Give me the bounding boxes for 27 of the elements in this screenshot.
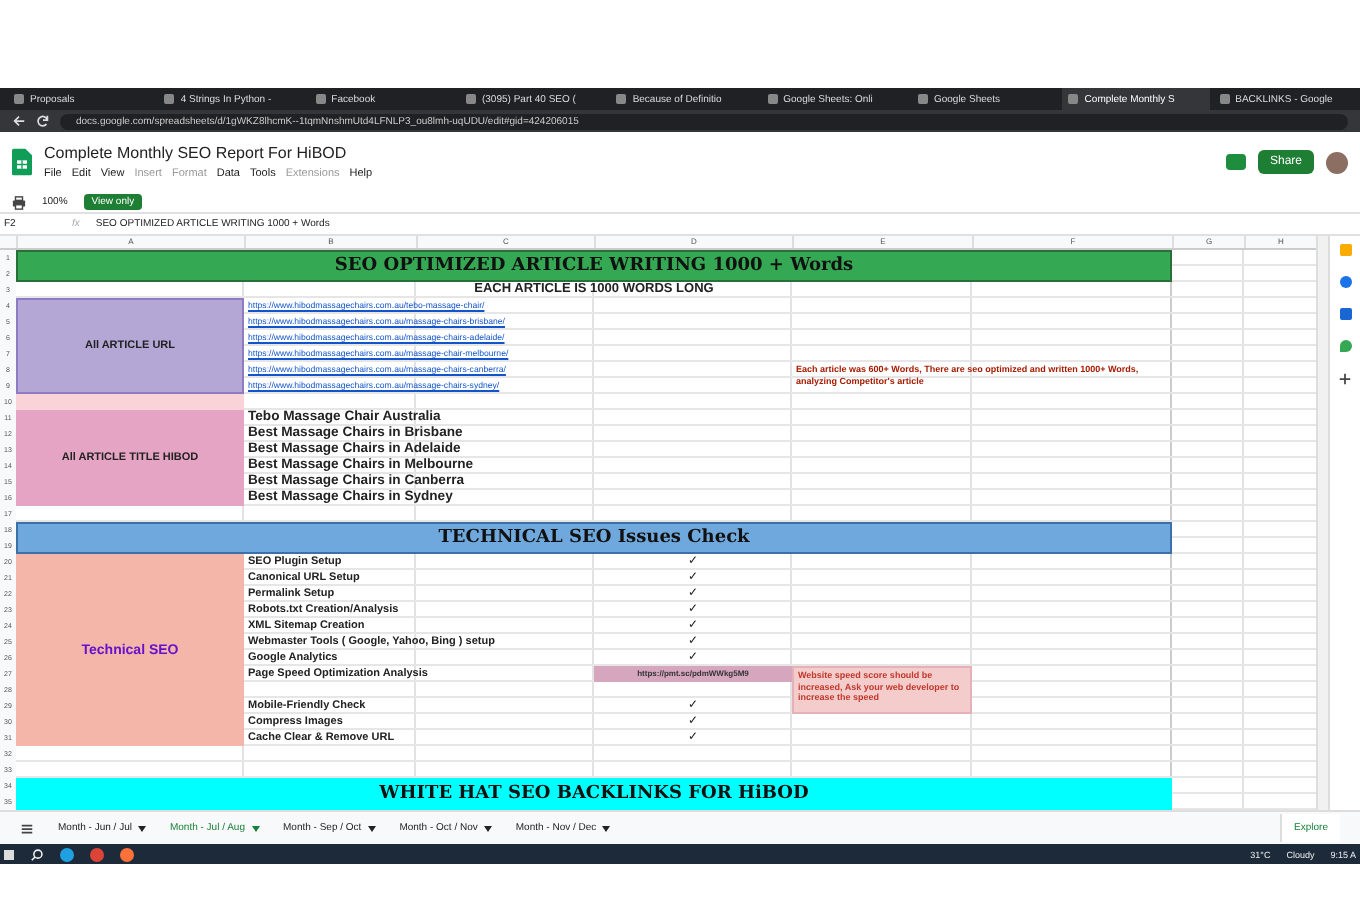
caret-icon [137, 825, 146, 831]
favicon-icon [1068, 94, 1079, 104]
all-sheets-icon[interactable] [20, 821, 34, 835]
favicon-icon [917, 94, 928, 104]
caret-icon [251, 825, 259, 831]
favicon-icon [1219, 94, 1230, 104]
scrollbar[interactable] [1316, 236, 1329, 810]
favicon-icon [14, 94, 24, 104]
reload-icon[interactable] [36, 114, 50, 128]
add-icon[interactable] [1338, 372, 1353, 386]
sheets-logo-icon[interactable] [12, 148, 32, 176]
section-banner: SEO OPTIMIZED ARTICLE WRITING 1000 + Words [16, 250, 1172, 282]
document-title: Complete Monthly SEO Report For HiBOD [44, 144, 349, 162]
caret-icon [367, 825, 376, 831]
print-icon[interactable] [12, 195, 26, 209]
avatar-icon[interactable] [1326, 151, 1348, 173]
favicon-icon [465, 94, 476, 104]
section-banner: WHITE HAT SEO BACKLINKS FOR HiBOD [16, 778, 1172, 810]
section-banner: TECHNICAL SEO Issues Check [16, 522, 1172, 554]
favicon-icon [767, 94, 778, 104]
caret-icon [483, 825, 492, 831]
search-icon[interactable] [30, 847, 44, 861]
caret-icon [602, 825, 611, 831]
back-icon[interactable] [12, 114, 26, 128]
favicon-icon [315, 94, 326, 104]
favicon-icon [164, 94, 175, 104]
favicon-icon [616, 94, 627, 104]
